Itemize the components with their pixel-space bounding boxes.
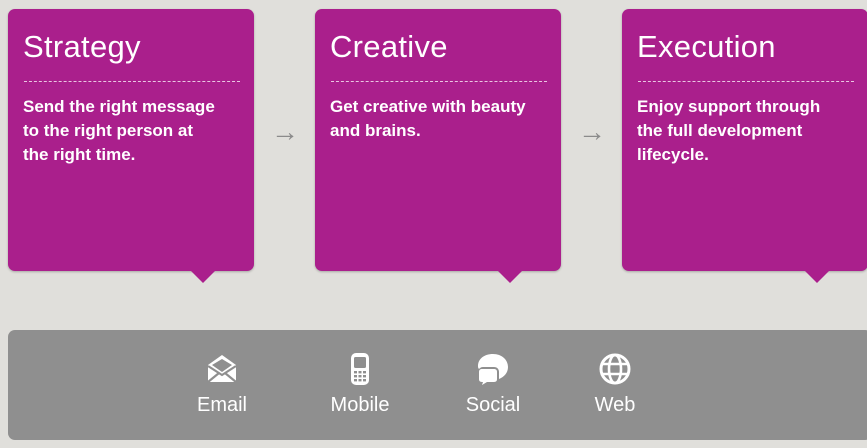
channel-web: Web bbox=[560, 352, 670, 418]
channel-mobile: Mobile bbox=[305, 352, 415, 418]
channel-label: Email bbox=[196, 394, 247, 416]
mobile-phone-icon bbox=[351, 353, 369, 385]
channel-email: Email bbox=[167, 352, 277, 418]
dashed-divider bbox=[24, 81, 240, 82]
stage-card-strategy: Strategy Send the right message to the r… bbox=[8, 9, 254, 283]
right-arrow-icon: → bbox=[271, 116, 299, 147]
envelope-icon bbox=[207, 355, 237, 383]
stage-card-creative: Creative Get creative with beauty and br… bbox=[315, 9, 561, 283]
channel-label: Social bbox=[465, 394, 521, 416]
stage-description: Send the right message to the right pers… bbox=[23, 97, 215, 164]
stage-title: Execution bbox=[637, 29, 776, 64]
speech-bubbles-icon bbox=[478, 354, 508, 385]
dashed-divider bbox=[331, 81, 547, 82]
channel-label: Mobile bbox=[330, 394, 390, 416]
stage-title: Strategy bbox=[23, 29, 141, 64]
right-arrow-icon: → bbox=[578, 116, 606, 147]
globe-icon bbox=[599, 353, 631, 385]
stage-card-execution: Execution Enjoy support through the full… bbox=[622, 9, 867, 283]
stage-description: Enjoy support through the full developme… bbox=[637, 97, 821, 164]
dashed-divider bbox=[638, 81, 854, 82]
channel-label: Web bbox=[594, 394, 636, 416]
channel-social: Social bbox=[438, 352, 548, 418]
stage-title: Creative bbox=[330, 29, 448, 64]
stage-description: Get creative with beauty and brains. bbox=[330, 97, 526, 140]
channel-bar: Email Mobile Social Web bbox=[8, 330, 867, 440]
